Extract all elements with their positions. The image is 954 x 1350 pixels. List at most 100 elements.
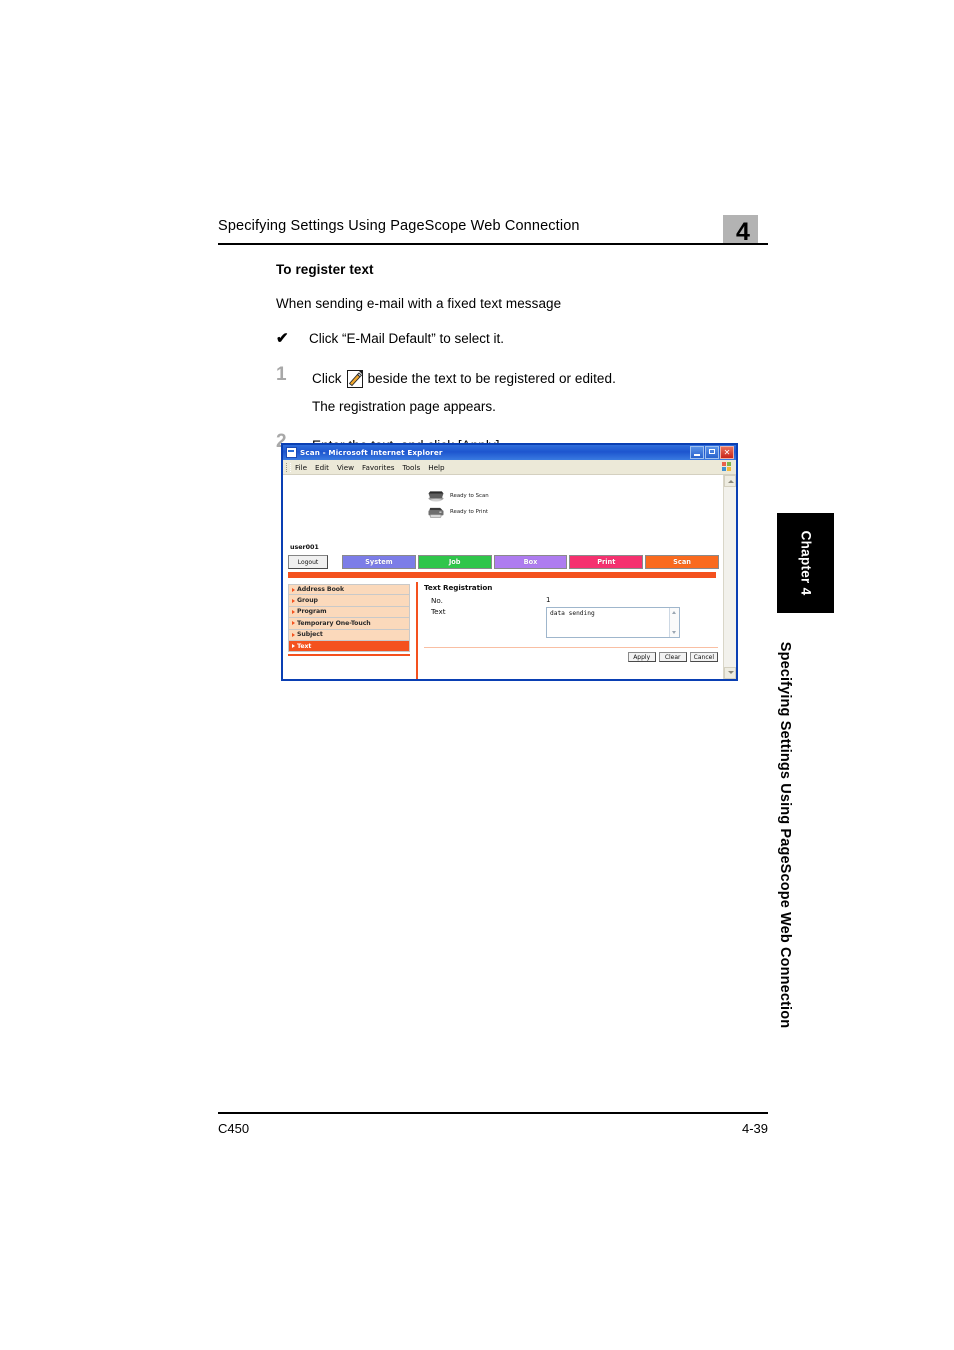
sidebar-item-group[interactable]: Group bbox=[288, 595, 410, 607]
menu-view[interactable]: View bbox=[337, 463, 354, 472]
sidebar-label: Program bbox=[297, 608, 327, 616]
scrollbar-down-button[interactable] bbox=[724, 667, 736, 679]
pagescope-nav-bar: Logout System Job Box Print Scan bbox=[288, 555, 719, 569]
minimize-button[interactable] bbox=[690, 446, 704, 459]
sidebar-item-text[interactable]: Text bbox=[288, 640, 410, 653]
step-1-text-before: Click bbox=[312, 371, 342, 386]
sidebar-item-subject[interactable]: Subject bbox=[288, 629, 410, 641]
nav-tab-list: System Job Box Print Scan bbox=[342, 555, 719, 569]
chevron-right-icon bbox=[292, 598, 295, 603]
vertical-running-title: Specifying Settings Using PageScope Web … bbox=[770, 620, 800, 1050]
chevron-right-icon bbox=[292, 632, 295, 637]
sidebar-accent-rule bbox=[288, 654, 410, 656]
sidebar-divider bbox=[416, 582, 418, 679]
sidebar-label: Address Book bbox=[297, 586, 345, 594]
sidebar-label: Group bbox=[297, 597, 318, 605]
nav-tab-job[interactable]: Job bbox=[417, 555, 492, 569]
clear-button[interactable]: Clear bbox=[658, 652, 687, 663]
footer-model: C450 bbox=[218, 1120, 250, 1136]
logged-in-user: user001 bbox=[290, 543, 319, 551]
device-status-block: Ready to Scan Ready to Print bbox=[426, 488, 556, 520]
vertical-running-title-text: Specifying Settings Using PageScope Web … bbox=[777, 641, 793, 1029]
step-1-number: 1 bbox=[276, 364, 287, 385]
label-text: Text bbox=[431, 607, 446, 616]
pagescope-web-page: Ready to Scan Ready to Print user001 Log… bbox=[283, 475, 724, 679]
footer-page-number: 4-39 bbox=[741, 1120, 768, 1136]
page-footer: C450 4-39 bbox=[218, 1112, 768, 1136]
nav-tab-box[interactable]: Box bbox=[493, 555, 568, 569]
menu-tools[interactable]: Tools bbox=[402, 463, 420, 472]
edit-pencil-icon bbox=[346, 369, 364, 388]
windows-logo-icon bbox=[722, 462, 733, 473]
nav-accent-bar bbox=[288, 572, 716, 578]
menu-file[interactable]: File bbox=[295, 463, 307, 472]
browser-viewport: Ready to Scan Ready to Print user001 Log… bbox=[283, 475, 736, 679]
status-label-print: Ready to Print bbox=[450, 508, 488, 515]
menu-edit[interactable]: Edit bbox=[315, 463, 329, 472]
checkmark-icon: ✔ bbox=[276, 330, 289, 347]
maximize-button[interactable] bbox=[705, 446, 719, 459]
cancel-button[interactable]: Cancel bbox=[689, 652, 718, 663]
chapter-tab-label: Chapter 4 bbox=[798, 530, 813, 596]
sidebar-label: Temporary One-Touch bbox=[297, 619, 371, 627]
printer-icon bbox=[428, 507, 444, 518]
pagescope-sidebar: Address Book Group Program Temporary One… bbox=[288, 584, 410, 656]
chevron-right-icon bbox=[292, 644, 295, 649]
text-textarea[interactable]: data sending bbox=[546, 607, 680, 638]
browser-title-bar: Scan - Microsoft Internet Explorer ✕ bbox=[283, 445, 736, 460]
apply-button[interactable]: Apply bbox=[627, 652, 656, 663]
section-heading: To register text bbox=[276, 262, 374, 277]
chevron-right-icon bbox=[292, 609, 295, 614]
sidebar-label: Text bbox=[297, 642, 312, 650]
prerequisite-item: ✔ Click “E-Mail Default” to select it. bbox=[276, 330, 746, 347]
step-1-result: The registration page appears. bbox=[312, 399, 496, 414]
menu-favorites[interactable]: Favorites bbox=[362, 463, 394, 472]
ie-document-icon bbox=[286, 447, 297, 458]
scroll-down-icon[interactable] bbox=[672, 631, 676, 634]
form-row-no: No. 1 bbox=[424, 596, 718, 605]
scroll-up-icon[interactable] bbox=[672, 611, 676, 614]
chapter-thumb-tab: Chapter 4 bbox=[777, 513, 834, 613]
form-title: Text Registration bbox=[424, 583, 493, 592]
prerequisite-text: Click “E-Mail Default” to select it. bbox=[309, 331, 505, 346]
manual-page: Specifying Settings Using PageScope Web … bbox=[0, 0, 954, 1350]
textarea-scrollbar[interactable] bbox=[669, 608, 679, 637]
status-row-print: Ready to Print bbox=[426, 504, 556, 519]
nav-tab-print[interactable]: Print bbox=[569, 555, 644, 569]
header-rule bbox=[218, 243, 768, 245]
header-title: Specifying Settings Using PageScope Web … bbox=[218, 218, 580, 234]
form-divider bbox=[424, 647, 718, 649]
intro-paragraph: When sending e-mail with a fixed text me… bbox=[276, 296, 562, 311]
browser-menu-bar: File Edit View Favorites Tools Help bbox=[283, 460, 736, 475]
page-header: Specifying Settings Using PageScope Web … bbox=[218, 215, 768, 248]
nav-tab-system[interactable]: System bbox=[342, 555, 416, 569]
sidebar-item-program[interactable]: Program bbox=[288, 606, 410, 619]
chevron-right-icon bbox=[292, 587, 295, 592]
browser-window-screenshot: Scan - Microsoft Internet Explorer ✕ Fil… bbox=[281, 443, 738, 681]
step-1-text-after: beside the text to be registered or edit… bbox=[367, 371, 616, 386]
form-row-text: Text data sending bbox=[424, 607, 718, 638]
chapter-number: 4 bbox=[736, 218, 750, 246]
scanner-icon bbox=[428, 490, 444, 501]
status-label-scan: Ready to Scan bbox=[450, 492, 489, 499]
textarea-value: data sending bbox=[550, 610, 595, 617]
nav-tab-scan[interactable]: Scan bbox=[645, 555, 719, 569]
browser-title: Scan - Microsoft Internet Explorer bbox=[300, 448, 443, 457]
footer-rule bbox=[218, 1112, 768, 1114]
sidebar-item-temporary-one-touch[interactable]: Temporary One-Touch bbox=[288, 618, 410, 630]
form-button-row: Apply Clear Cancel bbox=[424, 652, 718, 663]
footer-row: C450 4-39 bbox=[218, 1121, 768, 1136]
label-no: No. bbox=[431, 596, 443, 605]
sidebar-item-address-book[interactable]: Address Book bbox=[288, 584, 410, 596]
scrollbar-up-button[interactable] bbox=[724, 475, 736, 487]
menu-grip[interactable] bbox=[286, 462, 291, 472]
step-1: 1 Click beside the text to be registered… bbox=[276, 364, 746, 390]
text-registration-panel: Text Registration No. 1 Text data sendin… bbox=[424, 583, 718, 663]
close-button[interactable]: ✕ bbox=[720, 446, 734, 459]
status-row-scan: Ready to Scan bbox=[426, 488, 556, 503]
browser-scrollbar[interactable] bbox=[723, 475, 736, 679]
sidebar-label: Subject bbox=[297, 631, 323, 639]
logout-button[interactable]: Logout bbox=[288, 555, 328, 569]
menu-help[interactable]: Help bbox=[428, 463, 444, 472]
window-controls: ✕ bbox=[690, 446, 734, 459]
